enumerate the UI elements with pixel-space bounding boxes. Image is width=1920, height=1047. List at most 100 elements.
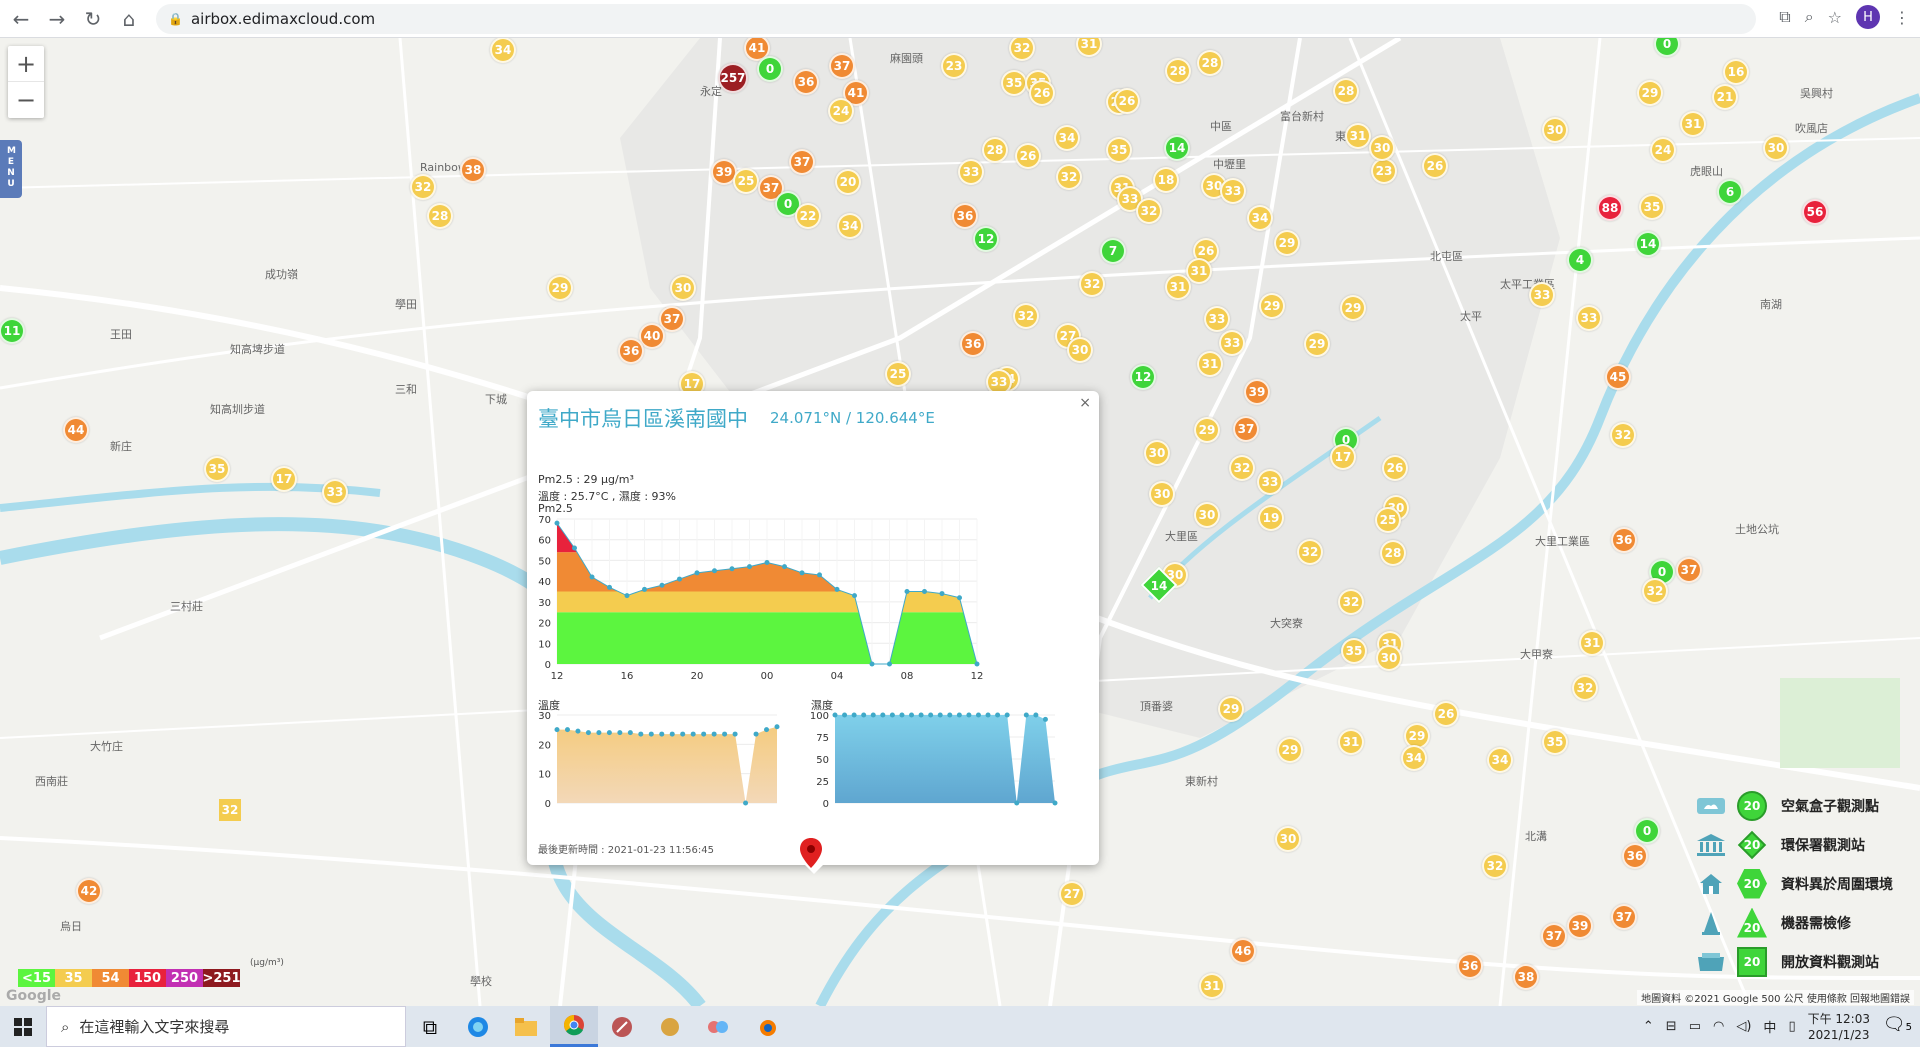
aq-marker[interactable]: 4 [1567, 247, 1593, 273]
aq-marker[interactable]: 32 [1229, 455, 1255, 481]
aq-marker[interactable]: 34 [837, 213, 863, 239]
aq-marker[interactable]: 18 [1153, 167, 1179, 193]
aq-marker[interactable]: 21 [1712, 84, 1738, 110]
aq-marker[interactable]: 36 [1611, 527, 1637, 553]
aq-marker[interactable]: 32 [1013, 303, 1039, 329]
app-icon-3[interactable] [694, 1006, 742, 1047]
notification-icon[interactable]: 🗨5 [1883, 1014, 1912, 1035]
blender-icon[interactable] [742, 1006, 790, 1047]
aq-marker[interactable]: 35 [1001, 70, 1027, 96]
aq-marker[interactable]: 31 [1197, 351, 1223, 377]
reload-icon[interactable]: ↻ [78, 4, 108, 34]
aq-marker[interactable]: 29 [1277, 737, 1303, 763]
aq-marker[interactable]: 32 [1079, 271, 1105, 297]
aq-marker[interactable]: 16 [1723, 59, 1749, 85]
aq-marker[interactable]: 33 [1257, 469, 1283, 495]
edge-icon[interactable] [454, 1006, 502, 1047]
wifi-icon[interactable]: ◠ [1713, 1019, 1724, 1034]
aq-marker[interactable]: 32 [1482, 853, 1508, 879]
aq-marker[interactable]: 88 [1597, 195, 1623, 221]
aq-marker[interactable]: 29 [1637, 80, 1663, 106]
aq-marker[interactable]: 19 [1258, 505, 1284, 531]
aq-marker[interactable]: 35 [1542, 729, 1568, 755]
app-icon-2[interactable] [646, 1006, 694, 1047]
aq-marker[interactable]: 32 [1136, 198, 1162, 224]
aq-marker[interactable]: 17 [1330, 444, 1356, 470]
aq-marker[interactable]: 36 [952, 203, 978, 229]
aq-marker[interactable]: 32 [410, 174, 436, 200]
aq-marker[interactable]: 30 [1763, 135, 1789, 161]
aq-marker[interactable]: 28 [1333, 78, 1359, 104]
network-icon[interactable]: ⊟ [1666, 1019, 1677, 1034]
aq-marker[interactable]: 25 [885, 361, 911, 387]
start-icon[interactable] [0, 1006, 46, 1047]
aq-marker[interactable]: 38 [1513, 964, 1539, 990]
aq-marker[interactable]: 28 [1165, 58, 1191, 84]
aq-marker[interactable]: 26 [1114, 88, 1140, 114]
chrome-icon[interactable] [550, 1006, 598, 1047]
aq-marker[interactable]: 25 [733, 168, 759, 194]
taskbar-search[interactable]: ⌕ 在這裡輸入文字來搜尋 [46, 1006, 406, 1047]
aq-marker[interactable]: 37 [789, 149, 815, 175]
aq-marker[interactable]: 17 [271, 466, 297, 492]
aq-marker[interactable]: 6 [1717, 179, 1743, 205]
aq-marker[interactable]: 7 [1100, 238, 1126, 264]
aq-marker[interactable]: 34 [490, 38, 516, 63]
aq-marker[interactable]: 29 [1194, 417, 1220, 443]
aq-marker[interactable]: 30 [1275, 826, 1301, 852]
aq-marker[interactable]: 23 [1371, 158, 1397, 184]
aq-marker[interactable]: 31 [1680, 111, 1706, 137]
aq-marker[interactable]: 20 [835, 169, 861, 195]
aq-marker[interactable]: 37 [1676, 557, 1702, 583]
aq-marker[interactable]: 28 [982, 137, 1008, 163]
map-attribution[interactable]: 地圖資料 ©2021 Google 500 公尺 使用條款 回報地圖錯誤 [1637, 990, 1914, 1005]
profile-avatar[interactable]: H [1856, 5, 1880, 29]
aq-marker[interactable]: 35 [1106, 137, 1132, 163]
aq-marker[interactable]: 26 [1015, 143, 1041, 169]
aq-marker[interactable]: 31 [1186, 258, 1212, 284]
aq-marker[interactable]: 22 [795, 203, 821, 229]
aq-marker[interactable]: 14 [1635, 231, 1661, 257]
aq-marker[interactable]: 37 [1233, 416, 1259, 442]
aq-marker[interactable]: 34 [1054, 125, 1080, 151]
aq-marker[interactable]: 44 [63, 417, 89, 443]
aq-marker[interactable]: 28 [1380, 540, 1406, 566]
aq-marker[interactable]: 30 [1144, 440, 1170, 466]
aq-marker[interactable]: 36 [618, 338, 644, 364]
map[interactable]: 麻園頭永定中壢里富台新村東區吹風店吳興村虎眼山太平成功嶺學田知高埤步道知高圳步道… [0, 38, 1920, 1006]
aq-marker[interactable]: 30 [1542, 117, 1568, 143]
aq-marker[interactable]: 36 [1622, 843, 1648, 869]
task-view-icon[interactable]: ⧉ [406, 1006, 454, 1047]
aq-marker[interactable]: 39 [1244, 379, 1270, 405]
address-bar[interactable]: 🔒 airbox.edimaxcloud.com [156, 3, 1756, 34]
aq-marker[interactable]: 32 [1297, 539, 1323, 565]
home-icon[interactable]: ⌂ [114, 4, 144, 34]
menu-tab[interactable]: MENU [0, 140, 22, 198]
aq-marker[interactable]: 37 [1541, 923, 1567, 949]
aq-marker[interactable]: 30 [1376, 645, 1402, 671]
square-marker[interactable]: 32 [219, 799, 241, 821]
aq-marker[interactable]: 31 [1338, 729, 1364, 755]
aq-marker[interactable]: 257 [718, 63, 748, 93]
aq-marker[interactable]: 29 [1218, 696, 1244, 722]
keyboard-icon[interactable]: ▯ [1788, 1019, 1795, 1034]
aq-marker[interactable]: 28 [427, 203, 453, 229]
aq-marker[interactable]: 42 [76, 878, 102, 904]
zoom-in-button[interactable]: + [8, 46, 44, 82]
zoom-out-button[interactable]: − [8, 82, 44, 118]
aq-marker[interactable]: 34 [1247, 205, 1273, 231]
aq-marker[interactable]: 12 [1130, 364, 1156, 390]
translate-icon[interactable]: ⧉ [1779, 7, 1790, 27]
aq-marker[interactable]: 29 [1259, 293, 1285, 319]
kebab-icon[interactable]: ⋮ [1894, 8, 1910, 27]
aq-marker[interactable]: 30 [1194, 502, 1220, 528]
aq-marker[interactable]: 25 [1375, 507, 1401, 533]
back-icon[interactable]: ← [6, 4, 36, 34]
location-pin-icon[interactable] [800, 838, 822, 868]
aq-marker[interactable]: 31 [1199, 973, 1225, 999]
aq-marker[interactable]: 37 [829, 53, 855, 79]
aq-marker[interactable]: 35 [1639, 194, 1665, 220]
aq-marker[interactable]: 29 [1274, 230, 1300, 256]
aq-marker[interactable]: 31 [1165, 274, 1191, 300]
aq-marker[interactable]: 33 [1219, 330, 1245, 356]
